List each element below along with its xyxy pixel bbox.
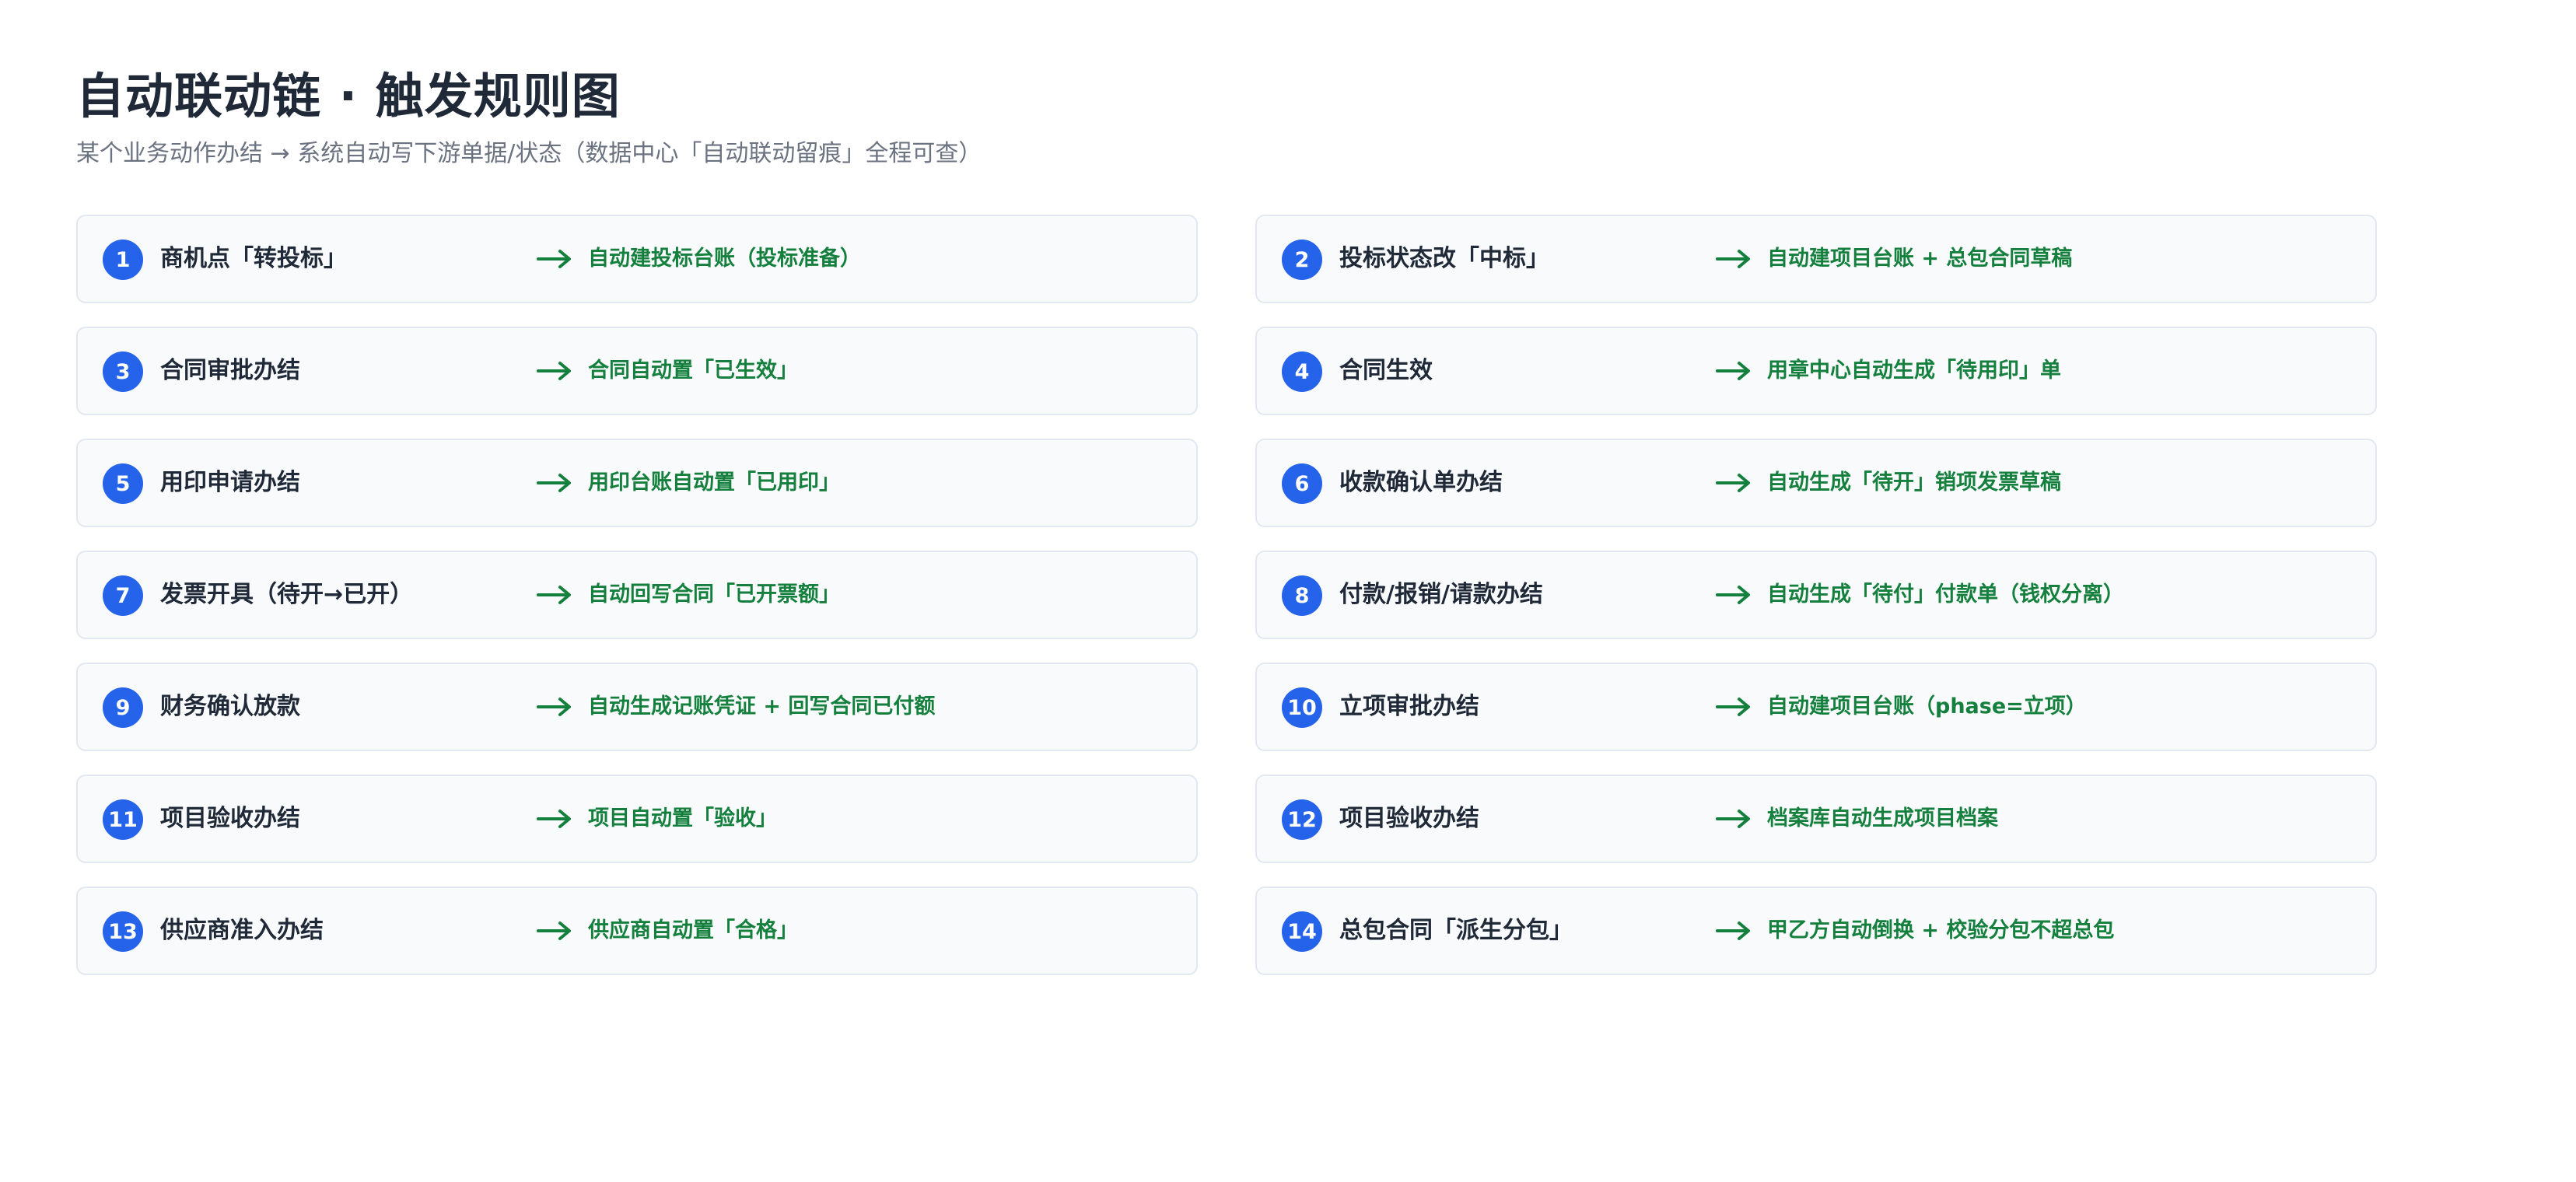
right-arrow-icon [537, 810, 571, 828]
rule-card-8: 8 付款/报销/请款办结 自动生成「待付」付款单（钱权分离） [1255, 551, 2377, 639]
effect-label: 自动建投标台账（投标准备） [588, 247, 861, 271]
step-number-badge: 7 [103, 575, 143, 616]
effect-label: 合同自动置「已生效」 [588, 358, 798, 383]
trigger-label: 合同审批办结 [160, 357, 300, 384]
effect-label: 自动建项目台账 + 总包合同草稿 [1767, 247, 2073, 271]
rules-grid: 1 商机点「转投标」 自动建投标台账（投标准备） 2 投标状态改「中标」 自动建项目台账 … [76, 215, 2377, 975]
effect-label: 甲乙方自动倒换 + 校验分包不超总包 [1767, 918, 2115, 942]
step-number-badge: 4 [1282, 351, 1322, 392]
trigger-label: 总包合同「派生分包」 [1339, 917, 1573, 944]
right-arrow-icon [1716, 362, 1750, 380]
step-number-badge: 5 [103, 463, 143, 504]
trigger-label: 用印申请办结 [160, 469, 300, 496]
trigger-label: 付款/报销/请款办结 [1339, 581, 1543, 608]
effect-label: 供应商自动置「合格」 [588, 918, 798, 942]
effect-label: 自动生成「待付」付款单（钱权分离） [1767, 582, 2124, 607]
trigger-label: 项目验收办结 [160, 805, 300, 832]
trigger-label: 财务确认放款 [160, 693, 300, 720]
page-title: 自动联动链 · 触发规则图 [76, 68, 621, 124]
effect-label: 自动生成记账凭证 + 回写合同已付额 [588, 694, 936, 719]
step-number-badge: 9 [103, 687, 143, 728]
rule-card-3: 3 合同审批办结 合同自动置「已生效」 [76, 327, 1198, 415]
trigger-label: 供应商准入办结 [160, 917, 324, 944]
right-arrow-icon [537, 250, 571, 268]
effect-label: 自动建项目台账（phase=立项） [1767, 694, 2087, 719]
right-arrow-icon [1716, 810, 1750, 828]
step-number-badge: 2 [1282, 240, 1322, 280]
right-arrow-icon [1716, 250, 1750, 268]
step-number-badge: 8 [1282, 575, 1322, 616]
rule-card-14: 14 总包合同「派生分包」 甲乙方自动倒换 + 校验分包不超总包 [1255, 886, 2377, 975]
effect-label: 用章中心自动生成「待用印」单 [1767, 358, 2061, 383]
trigger-label: 发票开具（待开→已开） [160, 581, 414, 608]
step-number-badge: 1 [103, 240, 143, 280]
right-arrow-icon [1716, 586, 1750, 604]
right-arrow-icon [537, 698, 571, 716]
effect-label: 自动回写合同「已开票额」 [588, 582, 840, 607]
step-number-badge: 13 [103, 911, 143, 952]
step-number-badge: 10 [1282, 687, 1322, 728]
step-number-badge: 14 [1282, 911, 1322, 952]
step-number-badge: 3 [103, 351, 143, 392]
right-arrow-icon [537, 586, 571, 604]
trigger-label: 立项审批办结 [1339, 693, 1479, 720]
effect-label: 项目自动置「验收」 [588, 806, 777, 831]
step-number-badge: 11 [103, 799, 143, 840]
effect-label: 自动生成「待开」销项发票草稿 [1767, 470, 2061, 495]
step-number-badge: 6 [1282, 463, 1322, 504]
trigger-label: 合同生效 [1339, 357, 1433, 384]
rule-card-7: 7 发票开具（待开→已开） 自动回写合同「已开票额」 [76, 551, 1198, 639]
right-arrow-icon [1716, 698, 1750, 716]
rule-card-13: 13 供应商准入办结 供应商自动置「合格」 [76, 886, 1198, 975]
right-arrow-icon [1716, 474, 1750, 492]
rule-card-5: 5 用印申请办结 用印台账自动置「已用印」 [76, 439, 1198, 527]
effect-label: 档案库自动生成项目档案 [1767, 806, 1998, 831]
rule-card-11: 11 项目验收办结 项目自动置「验收」 [76, 775, 1198, 863]
rule-card-9: 9 财务确认放款 自动生成记账凭证 + 回写合同已付额 [76, 663, 1198, 751]
page-subtitle: 某个业务动作办结 → 系统自动写下游单据/状态（数据中心「自动联动留痕」全程可查… [76, 140, 982, 167]
right-arrow-icon [1716, 921, 1750, 940]
trigger-label: 项目验收办结 [1339, 805, 1479, 832]
right-arrow-icon [537, 362, 571, 380]
effect-label: 用印台账自动置「已用印」 [588, 470, 840, 495]
rule-card-12: 12 项目验收办结 档案库自动生成项目档案 [1255, 775, 2377, 863]
right-arrow-icon [537, 474, 571, 492]
rule-card-1: 1 商机点「转投标」 自动建投标台账（投标准备） [76, 215, 1198, 303]
trigger-label: 收款确认单办结 [1339, 469, 1503, 496]
step-number-badge: 12 [1282, 799, 1322, 840]
rule-card-6: 6 收款确认单办结 自动生成「待开」销项发票草稿 [1255, 439, 2377, 527]
rule-card-2: 2 投标状态改「中标」 自动建项目台账 + 总包合同草稿 [1255, 215, 2377, 303]
rule-card-10: 10 立项审批办结 自动建项目台账（phase=立项） [1255, 663, 2377, 751]
trigger-label: 投标状态改「中标」 [1339, 245, 1549, 272]
trigger-label: 商机点「转投标」 [160, 245, 347, 272]
rule-card-4: 4 合同生效 用章中心自动生成「待用印」单 [1255, 327, 2377, 415]
page: 自动联动链 · 触发规则图 某个业务动作办结 → 系统自动写下游单据/状态（数据… [76, 62, 2378, 975]
right-arrow-icon [537, 921, 571, 940]
